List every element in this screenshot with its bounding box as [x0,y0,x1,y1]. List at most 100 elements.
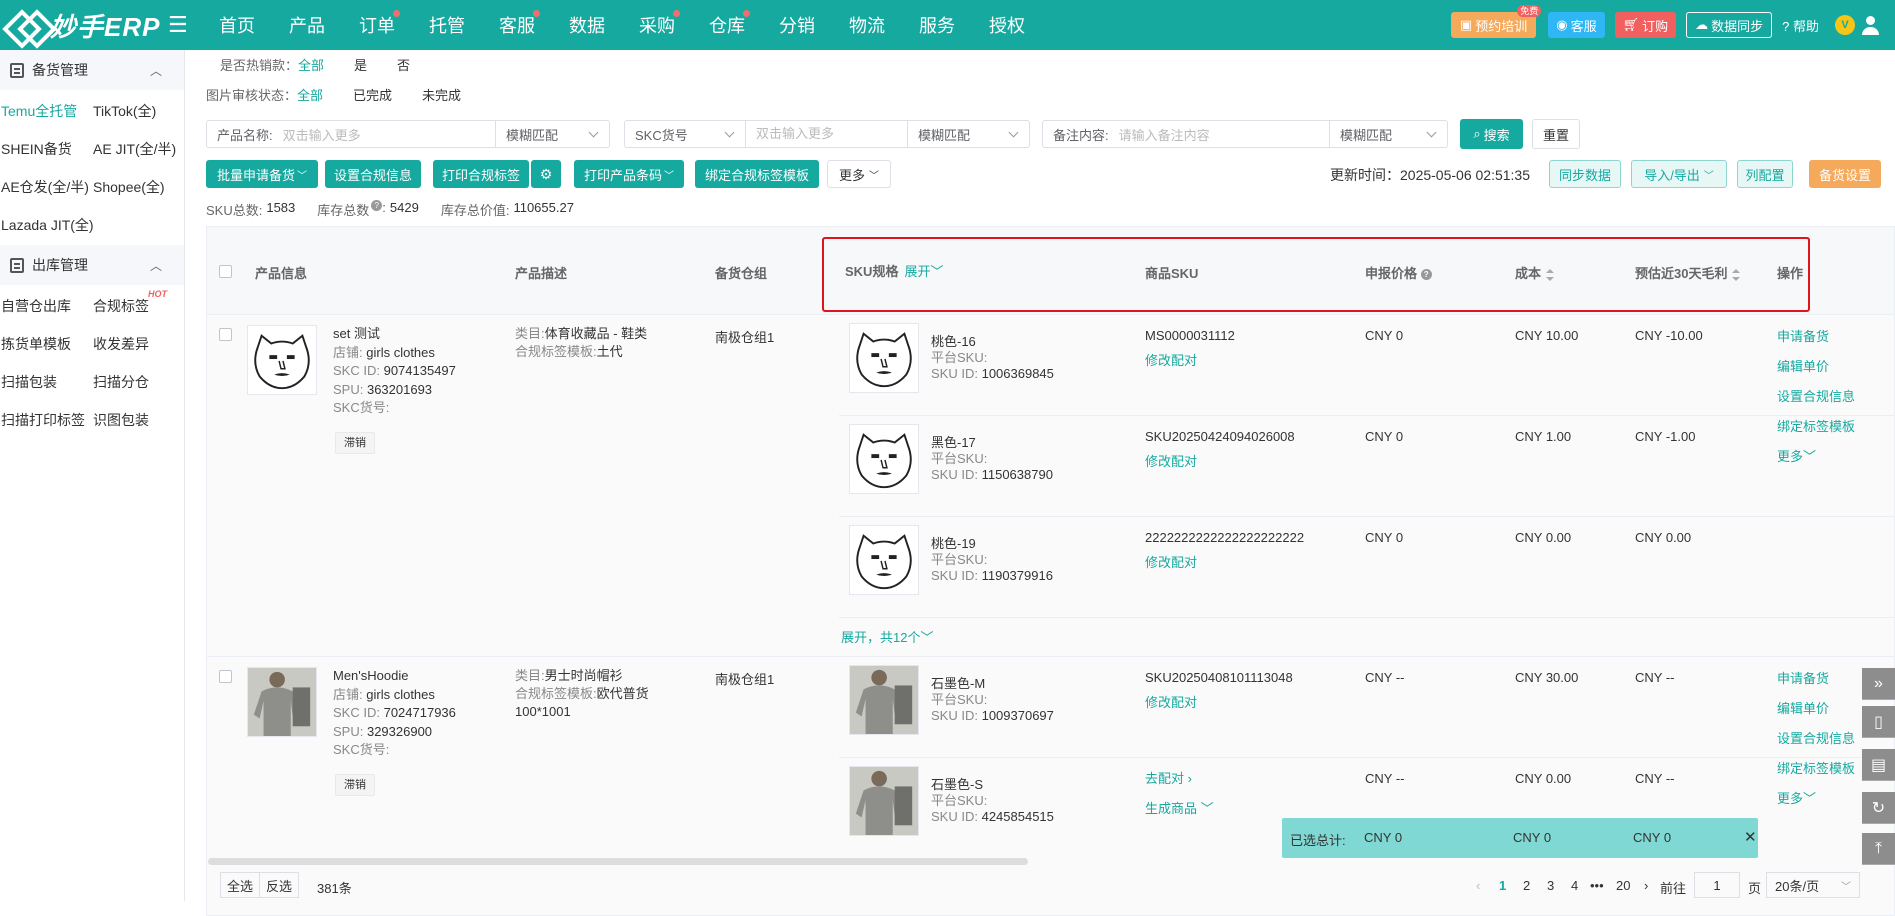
select-all-checkbox[interactable] [219,265,232,278]
row-op-link[interactable]: 申请备货 [1777,664,1855,694]
nav-item[interactable]: 订单 [342,10,412,38]
sku-image[interactable] [849,525,919,595]
page-size-select[interactable]: 20条/页 ﹀ [1766,872,1860,898]
customer-service-button[interactable]: ◉ 客服 [1548,12,1605,38]
training-button[interactable]: ▣ 预约培训 免费 [1450,5,1542,38]
nav-item[interactable]: 分销 [762,12,832,38]
import-export-button[interactable]: 导入/导出 ﹀ [1631,160,1727,188]
sidebar-item[interactable]: AE JIT(全/半) [92,130,184,168]
gear-icon[interactable]: ⚙ [531,160,561,188]
prev-page-icon[interactable]: ‹ [1476,878,1480,893]
nav-item[interactable]: 产品 [272,12,342,38]
page-4[interactable]: 4 [1571,878,1578,893]
row-op-link[interactable]: 绑定标签模板 [1777,412,1855,442]
sku-image[interactable] [849,424,919,494]
question-icon[interactable]: ? [371,200,383,211]
modify-pair-link[interactable]: 修改配对 [1145,352,1197,370]
hot-opt-all[interactable]: 全部 [298,55,324,74]
logo[interactable]: 妙手ERP [6,7,164,44]
row-op-link[interactable]: 编辑单价 [1777,694,1855,724]
close-icon[interactable]: ✕ [1744,828,1757,846]
nav-item[interactable]: 服务 [902,12,972,38]
sidebar-item[interactable]: SHEIN备货 [0,130,92,168]
refresh-icon[interactable]: ↻ [1862,792,1895,824]
sidebar-item[interactable]: 收发差异 [92,325,184,363]
sku-image[interactable] [849,665,919,735]
sidebar-item[interactable]: 扫描分仓 [92,363,184,401]
feedback-icon[interactable]: ▤ [1862,749,1895,781]
nav-item[interactable]: 数据 [552,12,622,38]
print-label-button[interactable]: 打印合规标签 [433,160,529,188]
sidebar-item[interactable]: 识图包装 [92,401,184,439]
sidebar-item[interactable]: 扫描打印标签 [0,401,92,439]
more-button[interactable]: 更多 ﹀ [827,160,891,188]
row-checkbox[interactable] [219,670,232,683]
row-op-link[interactable]: 设置合规信息 [1777,724,1855,754]
sku-image[interactable] [849,766,919,836]
next-page-icon[interactable]: › [1644,878,1648,893]
skc-input[interactable]: 双击输入更多 [745,121,907,147]
sidebar-item[interactable]: 扫描包装 [0,363,92,401]
row-op-link[interactable]: 编辑单价 [1777,352,1855,382]
modify-pair-link[interactable]: 修改配对 [1145,554,1197,572]
stock-settings-button[interactable]: 备货设置 [1809,160,1881,188]
page-2[interactable]: 2 [1523,878,1530,893]
horizontal-scrollbar[interactable] [208,858,1028,865]
row-op-link[interactable]: 绑定标签模板 [1777,754,1855,784]
reset-button[interactable]: 重置 [1532,119,1580,149]
batch-apply-button[interactable]: 批量申请备货 ﹀ [206,160,318,188]
product-name-input[interactable]: 双击输入更多 [283,125,495,144]
sidebar-item[interactable]: TikTok(全) [92,92,184,130]
select-all-button[interactable]: 全选 [220,872,260,898]
row-op-link[interactable]: 更多﹀ [1777,442,1855,472]
page-20[interactable]: 20 [1616,878,1630,893]
modify-pair-link[interactable]: 修改配对 [1145,694,1197,712]
column-config-button[interactable]: 列配置 [1737,160,1793,188]
mobile-icon[interactable]: ▯ [1862,706,1895,738]
sku-image[interactable] [849,323,919,393]
sidebar-item[interactable]: 合规标签 HOT [92,287,184,325]
row-op-link[interactable]: 设置合规信息 [1777,382,1855,412]
remark-input[interactable]: 请输入备注内容 [1119,125,1329,144]
modify-pair-link[interactable]: 修改配对 [1145,453,1197,471]
nav-item[interactable]: 物流 [832,12,902,38]
nav-item[interactable]: 授权 [972,12,1042,38]
match-select-3[interactable]: 模糊匹配 [1329,121,1447,147]
user-icon[interactable] [1861,15,1881,35]
row-op-link[interactable]: 申请备货 [1777,322,1855,352]
nav-item[interactable]: 仓库 [692,10,762,38]
search-button[interactable]: ⌕ 搜索 [1460,119,1523,149]
sync-data-button[interactable]: 同步数据 [1549,160,1621,188]
hot-opt-no[interactable]: 否 [397,55,410,74]
row-checkbox[interactable] [219,328,232,341]
img-opt-done[interactable]: 已完成 [353,85,392,104]
product-image[interactable] [247,667,317,737]
print-barcode-button[interactable]: 打印产品条码 ﹀ [574,160,684,188]
help-link[interactable]: ? 帮助 [1782,16,1819,35]
expand-more-link[interactable]: 展开，共12个﹀ [841,629,933,647]
invert-select-button[interactable]: 反选 [259,872,299,898]
img-opt-undone[interactable]: 未完成 [422,85,461,104]
set-compliance-button[interactable]: 设置合规信息 [325,160,421,188]
generate-goods-link[interactable]: 生成商品 ﹀ [1145,800,1214,818]
match-select-2[interactable]: 模糊匹配 [907,121,1029,147]
ellipsis-icon[interactable]: ••• [1590,878,1604,893]
page-1[interactable]: 1 [1499,878,1506,893]
nav-item[interactable]: 首页 [202,12,272,38]
sidebar-item[interactable]: 拣货单模板 [0,325,92,363]
sidebar-section-stock[interactable]: 备货管理 ︿ [0,50,184,90]
collapse-icon[interactable]: » [1862,668,1895,700]
product-image[interactable] [247,325,317,395]
hot-opt-yes[interactable]: 是 [354,55,367,74]
go-pair-link[interactable]: 去配对 › [1145,770,1192,788]
page-3[interactable]: 3 [1547,878,1554,893]
sidebar-item[interactable]: AE仓发(全/半) [0,168,92,206]
sidebar-item[interactable]: Temu全托管 [0,92,92,130]
nav-item[interactable]: 客服 [482,10,552,38]
menu-toggle-icon[interactable]: ☰ [168,12,202,38]
nav-item[interactable]: 采购 [622,10,692,38]
avatar[interactable]: V [1835,15,1855,35]
match-select-1[interactable]: 模糊匹配 [495,121,609,147]
skc-type-select[interactable]: SKC货号 [625,121,745,147]
nav-item[interactable]: 托管 [412,12,482,38]
